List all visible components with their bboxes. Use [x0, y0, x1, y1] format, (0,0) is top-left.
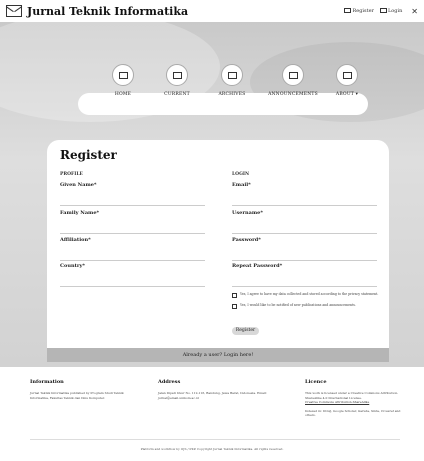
- nav-archives[interactable]: ARCHIVES: [202, 64, 262, 97]
- given-name-label: Given Name*: [60, 182, 97, 188]
- footer-info-text: Jurnal Teknik Informatika published by P…: [30, 391, 124, 400]
- envelope-icon: [118, 71, 128, 79]
- repeat-password-field[interactable]: Repeat Password*: [232, 263, 377, 287]
- nav-current[interactable]: CURRENT: [147, 64, 207, 97]
- notify-consent-row[interactable]: Yes, I would like to be notified of new …: [232, 303, 382, 309]
- family-name-label: Family Name*: [60, 210, 100, 216]
- envelope-icon: [288, 71, 298, 79]
- notify-consent-checkbox[interactable]: [232, 304, 237, 309]
- nav-current-circle: [166, 64, 188, 86]
- login-heading: LOGIN: [232, 172, 250, 177]
- password-label: Password*: [232, 237, 261, 243]
- site-footer: Information Jurnal Teknik Informatika pu…: [0, 367, 424, 461]
- footer-licence-text: This work is licensed under a Creative C…: [305, 391, 399, 400]
- nav-archives-circle: [221, 64, 243, 86]
- username-label: Username*: [232, 210, 263, 216]
- privacy-consent-text: Yes, I agree to have my data collected a…: [240, 292, 379, 296]
- email-label: Email*: [232, 182, 251, 188]
- privacy-consent-row[interactable]: Yes, I agree to have my data collected a…: [232, 292, 382, 298]
- nav-current-label: CURRENT: [164, 92, 190, 97]
- licence-link[interactable]: Creative Commons Attribution-ShareAlike: [305, 400, 405, 405]
- footer-col-address: Address Jalan Dipati Ukur No. 112-116, B…: [158, 379, 283, 400]
- top-bar: Jurnal Teknik Informatika Register Login…: [0, 0, 424, 22]
- password-field[interactable]: Password*: [232, 237, 377, 261]
- family-name-field[interactable]: Family Name*: [60, 210, 205, 234]
- footer-col-licence: Licence This work is licensed under a Cr…: [305, 379, 405, 418]
- nav-announcements[interactable]: ANNOUNCEMENTS: [263, 64, 323, 97]
- footer-index-text: Indexed in: DOAJ, Google Scholar, Garuda…: [305, 408, 401, 418]
- envelope-logo-icon: [6, 5, 22, 17]
- footer-address-text: Jalan Dipati Ukur No. 112-116, Bandung, …: [158, 391, 267, 400]
- footer-licence-heading: Licence: [305, 379, 327, 385]
- nav-home-circle: [112, 64, 134, 86]
- register-button[interactable]: Register: [232, 327, 259, 335]
- username-field[interactable]: Username*: [232, 210, 377, 234]
- footer-info-heading: Information: [30, 379, 64, 385]
- country-field[interactable]: Country*: [60, 263, 205, 287]
- nav-announcements-label: ANNOUNCEMENTS: [268, 92, 318, 97]
- login-icon: [379, 8, 387, 13]
- hero-background: HOME CURRENT ARCHIVES ANNOUNCEMENTS ABOU…: [0, 22, 424, 367]
- register-icon: [344, 8, 352, 13]
- envelope-icon: [172, 71, 182, 79]
- notify-consent-text: Yes, I would like to be notified of new …: [240, 303, 356, 307]
- nav-home[interactable]: HOME: [93, 64, 153, 97]
- nav-about[interactable]: ABOUT ▾: [317, 64, 377, 97]
- login-link[interactable]: Login: [379, 8, 402, 14]
- footer-address-heading: Address: [158, 379, 181, 385]
- page-title: Register: [60, 148, 117, 162]
- privacy-consent-checkbox[interactable]: [232, 293, 237, 298]
- nav-home-label: HOME: [114, 92, 132, 97]
- affiliation-field[interactable]: Affiliation*: [60, 237, 205, 261]
- repeat-password-label: Repeat Password*: [232, 263, 283, 269]
- copyright-text: Platform and workflow by OJS / PKP. Copy…: [140, 447, 284, 451]
- close-icon[interactable]: ✕: [411, 7, 418, 16]
- country-label: Country*: [60, 263, 86, 269]
- nav-about-circle: [336, 64, 358, 86]
- profile-heading: PROFILE: [60, 172, 83, 177]
- footer-col-info: Information Jurnal Teknik Informatika pu…: [30, 379, 135, 400]
- given-name-field[interactable]: Given Name*: [60, 182, 205, 206]
- nav-about-label: ABOUT ▾: [335, 92, 359, 97]
- register-link[interactable]: Register: [344, 8, 374, 14]
- user-links: Register Login ✕: [344, 7, 418, 16]
- register-card: Register PROFILE LOGIN Given Name* Famil…: [47, 140, 389, 362]
- footer-divider: [30, 439, 400, 440]
- affiliation-label: Affiliation*: [60, 237, 91, 243]
- nav-announcements-circle: [282, 64, 304, 86]
- envelope-icon: [227, 71, 237, 79]
- envelope-icon: [342, 71, 352, 79]
- email-field[interactable]: Email*: [232, 182, 377, 206]
- login-here-link[interactable]: Already a user? Login here!: [47, 348, 389, 362]
- nav-archives-label: ARCHIVES: [218, 92, 246, 97]
- site-title[interactable]: Jurnal Teknik Informatika: [27, 5, 188, 18]
- consent-checks: Yes, I agree to have my data collected a…: [232, 292, 382, 314]
